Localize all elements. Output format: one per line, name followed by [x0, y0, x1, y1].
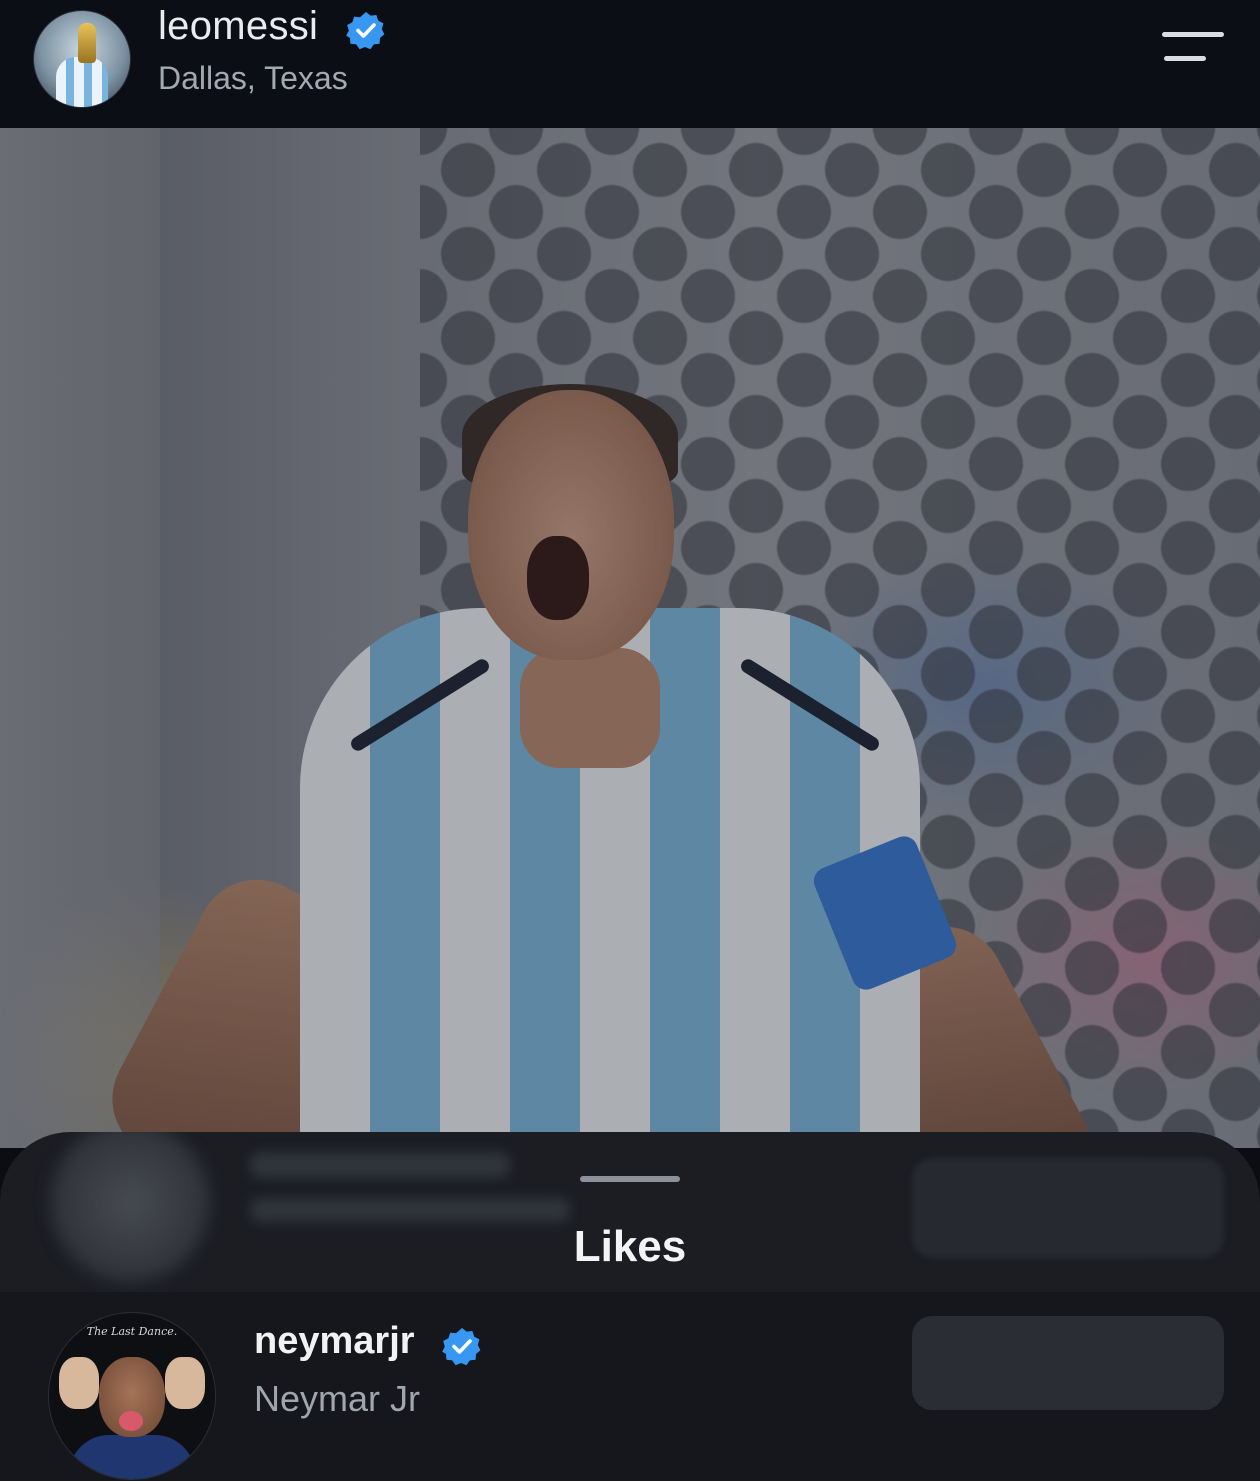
sheet-title: Likes	[573, 1222, 687, 1271]
jersey-shape	[69, 1435, 195, 1479]
likes-sheet: Likes The Last Dance. neymarjr Neymar Jr	[0, 1132, 1260, 1481]
like-full-name: Neymar Jr	[254, 1378, 421, 1419]
header-location[interactable]: Dallas, Texas	[158, 60, 348, 97]
list-item[interactable]: The Last Dance. neymarjr Neymar Jr	[0, 1292, 1260, 1481]
post-header: leomessi Dallas, Texas	[0, 0, 1260, 128]
blurred-text	[250, 1152, 510, 1178]
follow-button[interactable]	[912, 1316, 1224, 1410]
menu-line	[1162, 32, 1224, 37]
sheet-drag-handle[interactable]	[580, 1176, 680, 1182]
likes-list: The Last Dance. neymarjr Neymar Jr	[0, 1292, 1260, 1481]
hand-shape	[165, 1357, 205, 1409]
tongue-shape	[119, 1411, 143, 1431]
blurred-text	[250, 1198, 570, 1222]
menu-icon[interactable]	[1160, 28, 1226, 68]
hand-shape	[59, 1357, 99, 1409]
header-username[interactable]: leomessi	[158, 4, 318, 49]
profile-avatar[interactable]	[33, 10, 131, 108]
menu-line	[1164, 56, 1206, 61]
like-username[interactable]: neymarjr	[254, 1320, 415, 1363]
post-photo[interactable]	[0, 128, 1260, 1148]
photo-dim-overlay	[0, 128, 1260, 1148]
trophy-icon	[78, 23, 96, 63]
verified-badge-icon	[346, 12, 385, 50]
avatar-caption: The Last Dance.	[86, 1325, 178, 1338]
avatar-figure	[56, 57, 108, 107]
verified-badge-icon	[442, 1328, 481, 1366]
avatar[interactable]: The Last Dance.	[48, 1312, 216, 1480]
